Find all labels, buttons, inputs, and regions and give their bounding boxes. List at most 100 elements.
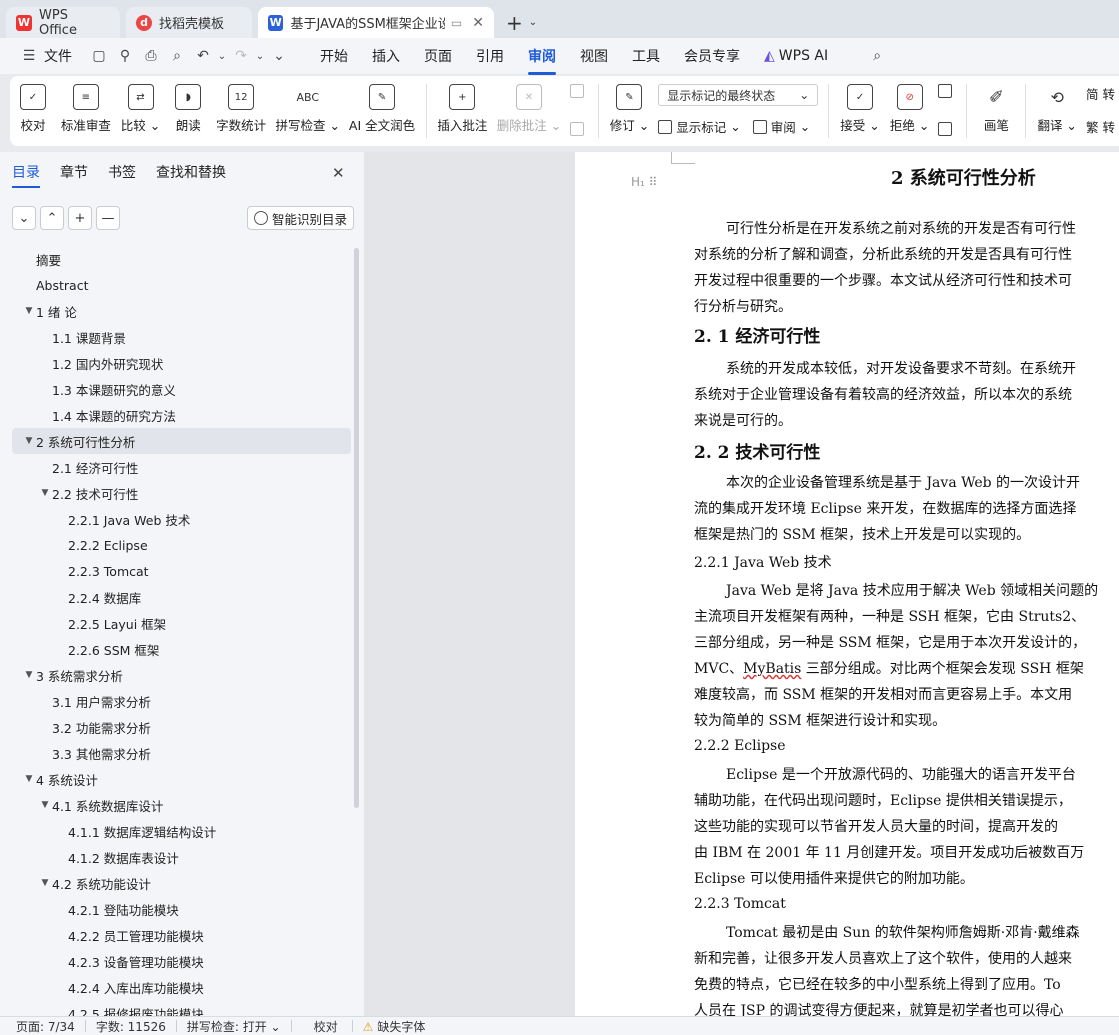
menu-insert[interactable]: 插入 bbox=[362, 42, 410, 70]
print-preview-icon[interactable]: ⌕ bbox=[164, 48, 190, 64]
redo-icon[interactable]: ↷ bbox=[228, 48, 254, 64]
accept-button[interactable]: ✓ 接受 ⌄ bbox=[835, 84, 885, 134]
translate-button[interactable]: ⟲ 翻译 ⌄ bbox=[1032, 84, 1082, 134]
toc-item[interactable]: 2.2.4 数据库 bbox=[12, 584, 351, 610]
chevron-down-icon[interactable]: ⌄ bbox=[529, 17, 537, 28]
menu-page[interactable]: 页面 bbox=[414, 42, 462, 70]
prev-heading-button[interactable]: ⌃ bbox=[40, 206, 64, 230]
monitor-icon[interactable]: ▭ bbox=[451, 16, 462, 30]
close-icon[interactable]: ✕ bbox=[332, 164, 345, 182]
word-count-indicator[interactable]: 字数: 11526 bbox=[96, 1018, 166, 1035]
toc-item[interactable]: 2.1 经济可行性 bbox=[12, 454, 351, 480]
toc-item[interactable]: 1.2 国内外研究现状 bbox=[12, 350, 351, 376]
add-heading-button[interactable]: + bbox=[68, 206, 92, 230]
toc-item[interactable]: 1.3 本课题研究的意义 bbox=[12, 376, 351, 402]
missing-font-indicator[interactable]: ⚠ 缺失字体 bbox=[363, 1018, 426, 1035]
tab-wps-office[interactable]: W WPS Office bbox=[6, 7, 120, 38]
toc-item[interactable]: 2.2.1 Java Web 技术 bbox=[12, 506, 351, 532]
markup-display-select[interactable]: 显示标记的最终状态 ⌄ bbox=[658, 84, 819, 106]
collapse-triangle-icon[interactable]: ▼ bbox=[38, 878, 52, 888]
toc-item[interactable]: ▼ 4.2 系统功能设计 bbox=[12, 870, 351, 896]
insert-comment-button[interactable]: + 插入批注 bbox=[433, 84, 493, 134]
toc-item[interactable]: 2.2.2 Eclipse bbox=[12, 532, 351, 558]
to-simplified-button[interactable]: 繁 转 bbox=[1086, 117, 1115, 136]
toc-item[interactable]: 4.2.3 设备管理功能模块 bbox=[12, 948, 351, 974]
toc-item[interactable]: ▼ 4.1 系统数据库设计 bbox=[12, 792, 351, 818]
compare-button[interactable]: ⇄ 比较 ⌄ bbox=[116, 84, 166, 134]
new-tab-button[interactable]: + ⌄ bbox=[500, 7, 543, 38]
next-heading-button[interactable]: ⌄ bbox=[12, 206, 36, 230]
toc-item[interactable]: ▼ 2.2 技术可行性 bbox=[12, 480, 351, 506]
menu-tools[interactable]: 工具 bbox=[622, 42, 670, 70]
collapse-triangle-icon[interactable]: ▼ bbox=[38, 800, 52, 810]
collapse-triangle-icon[interactable]: ▼ bbox=[38, 488, 52, 498]
collapse-triangle-icon[interactable]: ▼ bbox=[22, 670, 36, 680]
toc-item[interactable]: ▼ 1 绪 论 bbox=[12, 298, 351, 324]
menu-file[interactable]: 文件 bbox=[42, 42, 82, 70]
toc-item[interactable]: 1.1 课题背景 bbox=[12, 324, 351, 350]
save-icon[interactable]: ▢ bbox=[86, 48, 112, 64]
collapse-triangle-icon[interactable]: ▼ bbox=[22, 774, 36, 784]
proof-indicator[interactable]: 校对 bbox=[314, 1018, 338, 1035]
toc-item[interactable]: 4.2.2 员工管理功能模块 bbox=[12, 922, 351, 948]
spell-check-indicator[interactable]: 拼写检查: 打开 ⌄ bbox=[187, 1018, 281, 1035]
toc-item[interactable]: 3.3 其他需求分析 bbox=[12, 740, 351, 766]
track-changes-button[interactable]: ✎ 修订 ⌄ bbox=[605, 84, 655, 134]
to-traditional-button[interactable]: 简 转 bbox=[1086, 84, 1115, 103]
read-aloud-button[interactable]: ◗ 朗读 bbox=[165, 84, 211, 134]
hamburger-icon[interactable]: ☰ bbox=[16, 48, 42, 64]
show-markup-button[interactable]: 显示标记 ⌄ bbox=[658, 117, 741, 136]
chevron-down-icon[interactable]: ⌄ bbox=[254, 51, 266, 62]
prev-comment-button[interactable] bbox=[569, 84, 588, 98]
chevron-down-icon[interactable]: ⌄ bbox=[216, 51, 228, 62]
spell-check-button[interactable]: ABC 拼写检查 ⌄ bbox=[271, 84, 344, 134]
nav-tab-sections[interactable]: 章节 bbox=[60, 162, 88, 188]
toc-item[interactable]: 4.2.1 登陆功能模块 bbox=[12, 896, 351, 922]
heading-handle-icon[interactable]: H₁ ⠿ bbox=[631, 175, 657, 189]
document-page[interactable]: H₁ ⠿ 2 系统可行性分析 可行性分析是在开发系统之前对系统的开发是否有可行性… bbox=[575, 152, 1119, 1016]
delete-comment-button[interactable]: ✕ 删除批注 ⌄ bbox=[492, 84, 565, 134]
next-change-button[interactable] bbox=[938, 122, 956, 136]
pen-button[interactable]: ✐ 画笔 bbox=[973, 84, 1019, 134]
review-pane-button[interactable]: 审阅 ⌄ bbox=[752, 117, 810, 136]
proofread-button[interactable]: ✓ 校对 bbox=[10, 84, 56, 134]
undo-icon[interactable]: ↶ bbox=[190, 48, 216, 64]
nav-tab-bookmarks[interactable]: 书签 bbox=[108, 162, 136, 188]
close-icon[interactable]: ✕ bbox=[472, 15, 484, 31]
menu-member[interactable]: 会员专享 bbox=[674, 42, 750, 70]
toc-item[interactable]: 4.2.4 入库出库功能模块 bbox=[12, 974, 351, 1000]
collapse-triangle-icon[interactable]: ▼ bbox=[22, 306, 36, 316]
page-indicator[interactable]: 页面: 7/34 bbox=[16, 1018, 75, 1035]
print-icon[interactable]: ⎙ bbox=[138, 48, 164, 64]
toc-item[interactable]: 3.2 功能需求分析 bbox=[12, 714, 351, 740]
more-chevron-icon[interactable]: ⌄ bbox=[266, 48, 292, 64]
toc-item[interactable]: 2.2.5 Layui 框架 bbox=[12, 610, 351, 636]
prev-change-button[interactable] bbox=[938, 84, 956, 98]
remove-heading-button[interactable]: — bbox=[96, 206, 120, 230]
toc-item[interactable]: ▼ 3 系统需求分析 bbox=[12, 662, 351, 688]
toc-item[interactable]: 4.1.2 数据库表设计 bbox=[12, 844, 351, 870]
toc-item[interactable]: 2.2.6 SSM 框架 bbox=[12, 636, 351, 662]
toc-item[interactable]: ▼ 4 系统设计 bbox=[12, 766, 351, 792]
menu-wps-ai[interactable]: ◭ WPS AI bbox=[754, 44, 838, 68]
std-review-button[interactable]: ≡ 标准审查 bbox=[56, 84, 116, 134]
nav-tab-toc[interactable]: 目录 bbox=[12, 162, 40, 188]
nav-tab-find-replace[interactable]: 查找和替换 bbox=[156, 162, 226, 188]
menu-references[interactable]: 引用 bbox=[466, 42, 514, 70]
spelling-error-mark[interactable]: MyBatis bbox=[743, 661, 801, 677]
toc-item[interactable]: 1.4 本课题的研究方法 bbox=[12, 402, 351, 428]
menu-home[interactable]: 开始 bbox=[310, 42, 358, 70]
toc-item[interactable]: 4.1.1 数据库逻辑结构设计 bbox=[12, 818, 351, 844]
search-icon[interactable]: ⌕ bbox=[864, 48, 890, 64]
toc-item[interactable]: 摘要 bbox=[12, 246, 351, 272]
smart-toc-button[interactable]: 智能识别目录 bbox=[247, 206, 355, 230]
next-comment-button[interactable] bbox=[569, 122, 588, 136]
tab-docer[interactable]: d 找稻壳模板 bbox=[126, 7, 252, 38]
word-count-button[interactable]: 12 字数统计 bbox=[211, 84, 271, 134]
toc-item[interactable]: 2.2.3 Tomcat bbox=[12, 558, 351, 584]
nav-scrollbar[interactable] bbox=[354, 248, 359, 808]
toc-item[interactable]: ▼ 2 系统可行性分析 bbox=[12, 428, 351, 454]
ai-polish-button[interactable]: ✎ AI 全文润色 bbox=[344, 84, 419, 134]
collapse-triangle-icon[interactable]: ▼ bbox=[22, 436, 36, 446]
toc-item[interactable]: 3.1 用户需求分析 bbox=[12, 688, 351, 714]
